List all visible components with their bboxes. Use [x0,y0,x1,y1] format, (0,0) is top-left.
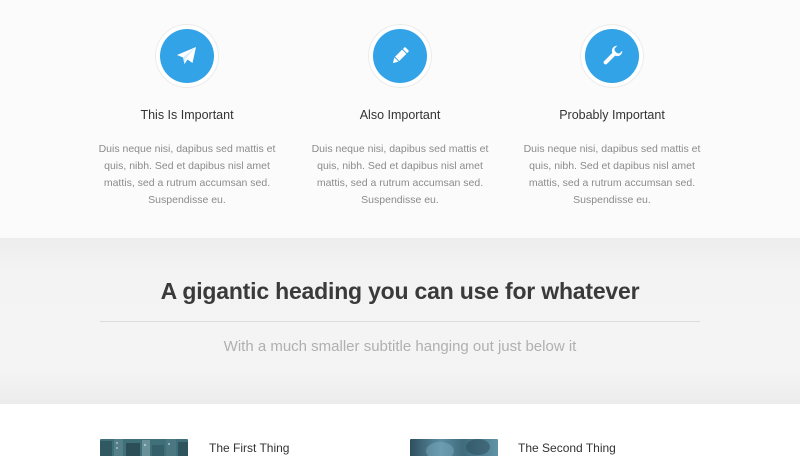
banner-heading: A gigantic heading you can use for whate… [160,278,640,304]
page: This Is Important Duis neque nisi, dapib… [0,0,800,456]
feature-body: Duis neque nisi, dapibus sed mattis et q… [523,143,701,206]
feature-body: Duis neque nisi, dapibus sed mattis et q… [98,143,276,206]
pencil-icon [373,29,427,83]
banner-section: A gigantic heading you can use for whate… [0,238,800,404]
feature-body: Duis neque nisi, dapibus sed mattis et q… [311,143,489,206]
paper-plane-icon [160,29,214,83]
feature-title: Also Important [359,108,441,122]
wrench-icon [585,29,639,83]
thing-title[interactable]: The First Thing [209,441,289,455]
features-section: This Is Important Duis neque nisi, dapib… [0,0,800,238]
feature-icon-ring [155,24,219,88]
feature-title: This Is Important [140,108,234,122]
blurred-photo-image[interactable] [410,439,498,456]
feature-icon-ring [368,24,432,88]
feature-icon-ring [580,24,644,88]
banner-subtitle: With a much smaller subtitle hanging out… [223,338,577,355]
thing-title[interactable]: The Second Thing [518,441,616,455]
banner-divider [100,321,700,322]
feature-title: Probably Important [559,108,665,122]
city-buildings-image[interactable] [100,439,188,456]
